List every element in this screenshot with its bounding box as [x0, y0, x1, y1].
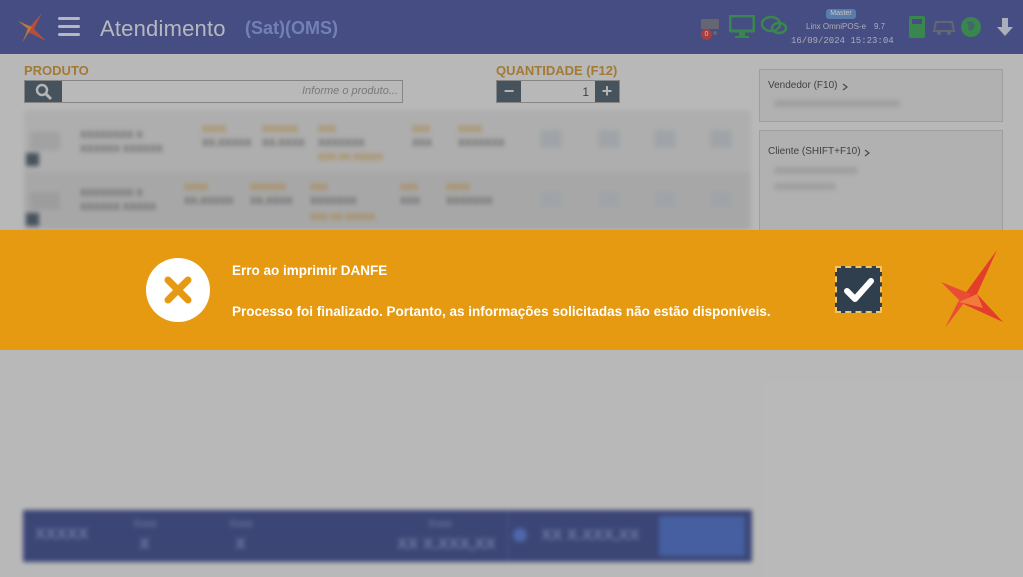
brand-logo-icon: [941, 250, 1003, 328]
confirm-button[interactable]: [835, 266, 882, 313]
error-message: Processo foi finalizado. Portanto, as in…: [232, 304, 771, 319]
error-notification: Erro ao imprimir DANFE Processo foi fina…: [0, 230, 1023, 350]
error-icon: [146, 258, 210, 322]
checkmark-icon: [844, 278, 874, 302]
error-title: Erro ao imprimir DANFE: [232, 263, 388, 278]
